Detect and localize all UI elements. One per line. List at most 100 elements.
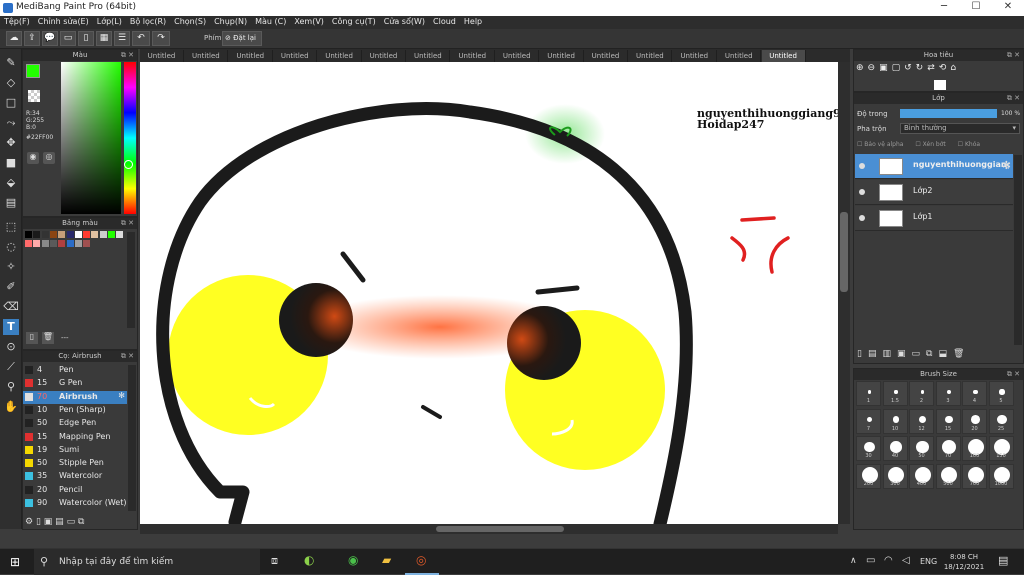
- brush-size-option[interactable]: 150: [988, 436, 1014, 461]
- brush-size-option[interactable]: 50: [909, 436, 934, 461]
- close-icon[interactable]: ⧉ ✕: [1007, 50, 1020, 61]
- undo-icon[interactable]: ↶: [132, 31, 150, 46]
- list-icon[interactable]: ☰: [114, 31, 130, 46]
- brush-item[interactable]: 4 Pen: [23, 364, 127, 377]
- network-icon[interactable]: ▭: [866, 555, 875, 566]
- lasso-tool-icon[interactable]: ◌: [3, 239, 19, 255]
- add-palette-icon[interactable]: ▯: [26, 332, 38, 344]
- new-layer-icon[interactable]: ▯: [857, 349, 868, 359]
- taskbar-search-box[interactable]: ⚲ Nhập tại đây để tìm kiếm: [34, 549, 260, 575]
- curve-tool-icon[interactable]: ⤳: [3, 115, 19, 131]
- foreground-color-swatch[interactable]: [26, 64, 40, 78]
- fit-icon[interactable]: ▣: [879, 63, 892, 73]
- document-tab[interactable]: Untitled: [761, 50, 806, 62]
- language-indicator[interactable]: ENG: [920, 557, 937, 566]
- document-tab[interactable]: Untitled: [673, 50, 717, 62]
- operation-tool-icon[interactable]: ⊙: [3, 339, 19, 355]
- brush-size-option[interactable]: 7: [856, 408, 881, 434]
- document-tab[interactable]: Untitled: [717, 50, 762, 62]
- document-tab[interactable]: Untitled: [318, 50, 362, 62]
- minimize-button[interactable]: ─: [930, 1, 958, 15]
- select-tool-icon[interactable]: ⬚: [3, 219, 19, 235]
- brush-size-option[interactable]: 3: [935, 381, 961, 406]
- document-tab[interactable]: Untitled: [495, 50, 540, 62]
- task-view-icon[interactable]: ⧈: [271, 554, 278, 568]
- brush-item[interactable]: 70 Airbrush ✻: [23, 390, 127, 404]
- menu-snap[interactable]: Chụp(N): [210, 16, 251, 27]
- brush-item[interactable]: 15 Mapping Pen: [23, 431, 127, 444]
- palette-swatch[interactable]: [33, 240, 41, 247]
- menu-select[interactable]: Chọn(S): [170, 16, 210, 27]
- menu-color[interactable]: Màu (C): [251, 16, 290, 27]
- brush-size-option[interactable]: 1000: [988, 463, 1014, 489]
- brush-item[interactable]: 50 Stipple Pen: [23, 457, 127, 470]
- canvas-vertical-scrollbar[interactable]: [838, 62, 850, 524]
- gradient-tool-icon[interactable]: ▤: [3, 195, 19, 211]
- folder-icon[interactable]: ▭: [67, 517, 76, 527]
- brush-size-option[interactable]: 30: [856, 436, 881, 461]
- saturation-value-picker[interactable]: [61, 62, 121, 214]
- visibility-eye-icon[interactable]: [859, 215, 865, 221]
- document-tab[interactable]: Untitled: [540, 50, 584, 62]
- document-tab[interactable]: Untitled: [229, 50, 273, 62]
- opacity-slider[interactable]: [900, 109, 997, 118]
- palette-swatch[interactable]: [49, 231, 57, 238]
- menu-file[interactable]: Tệp(F): [0, 16, 34, 27]
- layer-folder-icon[interactable]: ▭: [912, 349, 927, 359]
- windows-start-icon[interactable]: ⊞: [10, 556, 22, 568]
- brush-item[interactable]: 10 Pen (Sharp): [23, 404, 127, 417]
- brush-scrollbar[interactable]: [128, 365, 136, 511]
- palette-swatch[interactable]: [58, 231, 66, 238]
- palette-swatch[interactable]: [41, 231, 49, 238]
- layer-row[interactable]: Lớp2: [855, 180, 1013, 205]
- brush-size-option[interactable]: 12: [909, 408, 934, 434]
- layer-row[interactable]: nguyenthihuonggiang ✻: [855, 154, 1013, 179]
- brush-size-option[interactable]: 300: [882, 463, 908, 489]
- move-tool-icon[interactable]: ✥: [3, 135, 19, 151]
- drawing-canvas[interactable]: nguyenthihuonggiang94512 Hoidap247: [140, 62, 838, 524]
- notification-icon[interactable]: ▤: [998, 554, 1008, 567]
- palette-swatch[interactable]: [58, 240, 66, 247]
- brush-tool-icon[interactable]: ✎: [3, 55, 19, 71]
- menu-edit[interactable]: Chỉnh sửa(E): [34, 16, 93, 27]
- transparent-swatch[interactable]: [28, 90, 40, 102]
- volume-icon[interactable]: ◁: [902, 555, 910, 566]
- brush-size-option[interactable]: 5: [988, 381, 1014, 406]
- document-tab[interactable]: Untitled: [273, 50, 318, 62]
- palette-swatch[interactable]: [74, 240, 82, 247]
- delete-layer-icon[interactable]: 🗑: [953, 349, 970, 359]
- close-icon[interactable]: ⧉ ✕: [121, 50, 134, 61]
- medibang-icon[interactable]: ◎: [416, 553, 426, 567]
- text-tool-icon[interactable]: T: [3, 319, 19, 335]
- rotate-left-icon[interactable]: ↺: [904, 63, 916, 73]
- new-brush-icon[interactable]: ▯: [36, 517, 41, 527]
- chat-icon[interactable]: 💬: [42, 31, 58, 46]
- close-icon[interactable]: ⧉ ✕: [121, 351, 134, 362]
- layer-row[interactable]: Lớp1: [855, 206, 1013, 231]
- visibility-eye-icon[interactable]: [859, 189, 865, 195]
- brush-item[interactable]: 15 G Pen: [23, 377, 127, 390]
- brush-size-option[interactable]: 15: [935, 408, 961, 434]
- brush-size-option[interactable]: 200: [856, 463, 881, 489]
- reset-button[interactable]: ⊘ Đặt lại: [222, 31, 262, 46]
- select-pen-icon[interactable]: ✐: [3, 279, 19, 295]
- maximize-button[interactable]: ☐: [962, 1, 990, 15]
- zoom-out-icon[interactable]: ⊖: [868, 63, 880, 73]
- add-brush-icon[interactable]: ⚙: [25, 517, 33, 527]
- document-tab[interactable]: Untitled: [628, 50, 673, 62]
- redo-icon[interactable]: ↷: [152, 31, 170, 46]
- brush-item[interactable]: 90 Watercolor (Wet): [23, 497, 127, 510]
- actual-size-icon[interactable]: ▢: [892, 63, 905, 73]
- select-eraser-icon[interactable]: ⌫: [3, 299, 19, 315]
- lock-view-icon[interactable]: ⌂: [950, 63, 960, 73]
- navigator-thumbnail[interactable]: [934, 80, 946, 90]
- document-tab[interactable]: Untitled: [451, 50, 495, 62]
- visibility-eye-icon[interactable]: [859, 163, 865, 169]
- share-icon[interactable]: ⇪: [24, 31, 40, 46]
- eraser-tool-icon[interactable]: ◇: [3, 75, 19, 91]
- document-tab[interactable]: Untitled: [140, 50, 184, 62]
- brush-item[interactable]: 19 Sumi: [23, 444, 127, 457]
- close-icon[interactable]: ⧉ ✕: [121, 218, 134, 229]
- copy-brush-icon[interactable]: ▤: [55, 517, 64, 527]
- fill-tool-icon[interactable]: ⬙: [3, 175, 19, 191]
